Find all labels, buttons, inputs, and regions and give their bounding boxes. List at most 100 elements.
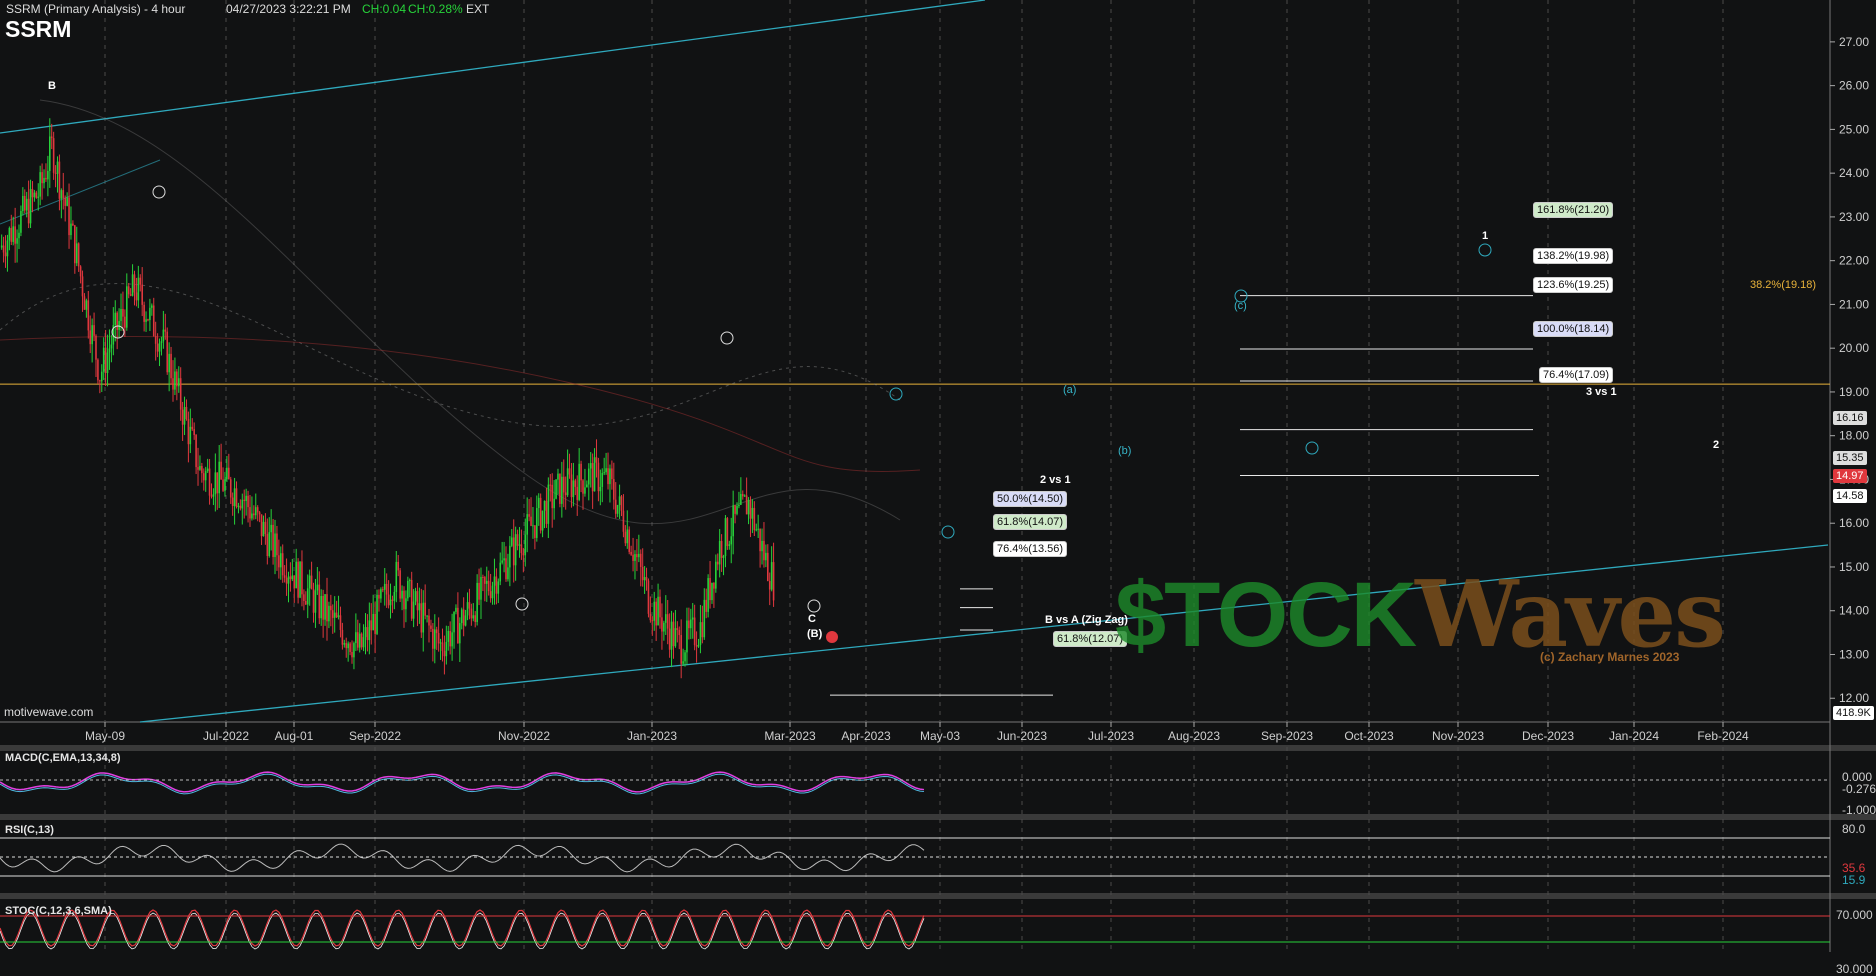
stoch-k-line — [0, 909, 925, 947]
candle-body — [16, 238, 18, 244]
candle-body — [510, 537, 513, 546]
candle-body — [87, 300, 90, 331]
candle-body — [763, 540, 765, 561]
x-tick-label: May-09 — [85, 729, 125, 743]
candle-body — [457, 607, 459, 644]
candle-body — [568, 468, 571, 475]
candle-body — [324, 594, 326, 620]
candle-body — [341, 629, 344, 645]
candle-body — [505, 558, 507, 580]
x-tick-label: Jul-2022 — [203, 729, 249, 743]
candle-body — [507, 567, 509, 580]
candle-body — [177, 378, 180, 387]
candle-body — [48, 136, 51, 171]
fib-label: 123.6%(19.25) — [1533, 277, 1614, 293]
stoch-level: 70.000 — [1836, 908, 1873, 922]
candle-body — [736, 506, 738, 514]
candle-body — [516, 534, 519, 546]
candle-body — [218, 461, 220, 494]
candle-body — [106, 352, 109, 373]
candle-body — [279, 553, 282, 568]
candle-body — [638, 553, 640, 558]
candle-body — [197, 467, 199, 470]
candle-body — [326, 594, 328, 622]
candle-body — [451, 632, 453, 647]
candle-body — [485, 580, 488, 584]
candle-body — [491, 585, 494, 599]
candle-body — [102, 347, 105, 372]
candle-body — [306, 588, 309, 605]
candle-body — [193, 429, 195, 435]
candle-body — [22, 195, 24, 212]
candle-body — [643, 577, 646, 581]
candle-body — [68, 197, 70, 236]
candle-body — [158, 343, 161, 352]
candle-body — [272, 524, 274, 558]
candle-body — [693, 617, 696, 646]
candle-body — [243, 499, 246, 502]
price-tag: 14.58 — [1833, 489, 1867, 503]
candle-body — [260, 514, 263, 537]
candle-body — [202, 473, 205, 481]
candle-body — [339, 615, 342, 630]
chart-datetime: 04/27/2023 3:22:21 PM — [226, 2, 351, 16]
candle-body — [601, 472, 604, 487]
candle-body — [605, 468, 607, 473]
fib-label: 76.4%(13.56) — [993, 541, 1068, 557]
candle-body — [4, 252, 7, 257]
wave-circle — [1478, 243, 1492, 257]
candle-body — [674, 628, 677, 647]
candle-body — [343, 643, 346, 645]
candle-body — [705, 599, 708, 612]
y-tick-label: 20.00 — [1839, 341, 1869, 355]
candle-body — [476, 582, 478, 623]
candle-body — [659, 596, 661, 618]
candle-body — [353, 643, 355, 658]
candle-body — [314, 590, 317, 613]
ma-band — [39, 99, 901, 525]
rsi-level: 80.0 — [1842, 822, 1866, 836]
candle-body — [135, 292, 138, 301]
candle-body — [632, 554, 634, 561]
candle-body — [509, 545, 511, 568]
candle-body — [66, 197, 68, 206]
panel-divider — [0, 814, 1876, 820]
candle-body — [709, 578, 711, 601]
candle-body — [293, 575, 296, 589]
candle-body — [35, 192, 38, 198]
candle-body — [166, 331, 169, 373]
candle-body — [630, 551, 632, 555]
candle-body — [484, 577, 486, 584]
candle-body — [380, 589, 382, 599]
candle-body — [281, 553, 284, 576]
candle-body — [360, 633, 363, 648]
candle-body — [626, 529, 629, 544]
candle-body — [649, 613, 652, 621]
candle-body — [566, 468, 569, 496]
candle-body — [401, 590, 403, 599]
wave-label-b: (b) — [1118, 445, 1132, 457]
candle-body — [385, 583, 388, 595]
y-tick-label: 14.00 — [1839, 604, 1869, 618]
candle-body — [270, 524, 272, 533]
candle-body — [220, 461, 222, 480]
candle-body — [672, 621, 675, 647]
candle-body — [747, 499, 750, 515]
level-label: 38.2%(19.18) — [1750, 279, 1817, 291]
candle-body — [682, 661, 684, 664]
y-tick-label: 24.00 — [1839, 166, 1869, 180]
price-chart[interactable]: 27.00 26.00 25.00 24.00 23.00 22.00 21.00 20.00… — [0, 0, 1876, 952]
candle-body — [690, 619, 692, 629]
candle-body — [586, 484, 588, 488]
candle-body — [707, 578, 709, 612]
candle-body — [214, 472, 217, 495]
candle-body — [168, 353, 170, 373]
candle-body — [183, 407, 186, 425]
candle-body — [489, 591, 492, 599]
candle-body — [740, 494, 742, 505]
candle-body — [715, 561, 717, 589]
candle-body — [287, 576, 290, 584]
candle-body — [331, 610, 334, 618]
candle-body — [99, 380, 101, 382]
candle-body — [593, 457, 596, 492]
